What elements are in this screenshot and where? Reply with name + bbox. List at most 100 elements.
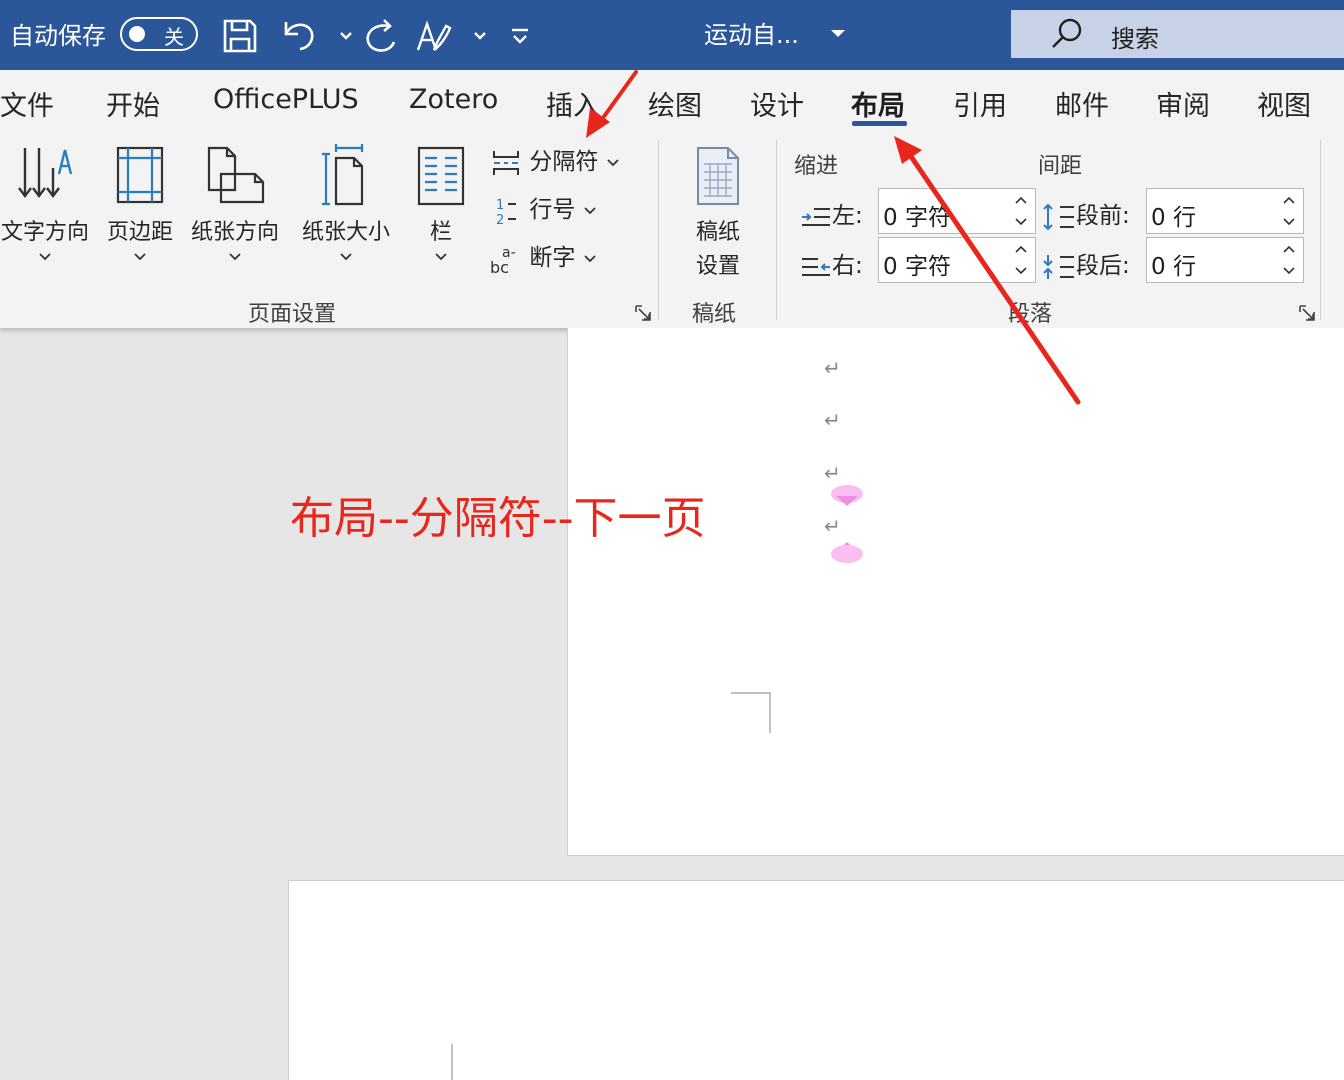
group-separator <box>1320 140 1321 320</box>
dialog-launcher-icon[interactable] <box>634 304 652 322</box>
title-dropdown-icon[interactable] <box>828 24 848 44</box>
chevron-down-icon <box>229 253 241 261</box>
indent-left-spinner[interactable]: 0 字符 <box>878 188 1036 234</box>
ribbon-panel: 文字方向 页边距 纸张方向 纸张大小 栏 分隔符 12 行号 a-bc 断字 页… <box>0 128 1344 328</box>
tab-draw[interactable]: 绘图 <box>648 84 702 123</box>
document-page[interactable]: ↵ ↵ ↵ ↵ <box>567 328 1344 856</box>
spacing-after-value: 0 行 <box>1151 254 1196 280</box>
group-separator <box>776 140 777 320</box>
paragraph-mark: ↵ <box>824 514 841 538</box>
autosave-toggle[interactable]: 关 <box>120 17 198 51</box>
tab-view[interactable]: 视图 <box>1257 84 1311 123</box>
spinner-arrows-icon[interactable] <box>1013 193 1029 229</box>
tab-file[interactable]: 文件 <box>0 84 54 123</box>
group-separator <box>658 140 659 320</box>
spacing-before-label: 段前: <box>1040 196 1130 231</box>
line-numbers-button[interactable]: 12 行号 <box>490 190 597 228</box>
tab-zotero[interactable]: Zotero <box>409 84 498 115</box>
spacing-after-icon <box>1043 254 1074 279</box>
search-icon <box>1049 16 1085 52</box>
chevron-down-icon[interactable] <box>460 16 486 56</box>
margins-icon <box>116 146 164 204</box>
redo-icon[interactable] <box>360 16 400 56</box>
text-direction-button[interactable]: 文字方向 <box>0 144 90 262</box>
tab-review[interactable]: 审阅 <box>1156 84 1210 123</box>
spinner-arrows-icon[interactable] <box>1013 242 1029 278</box>
spacing-label: 间距 <box>1038 154 1083 179</box>
tab-officeplus[interactable]: OfficePLUS <box>213 84 359 115</box>
paragraph-mark: ↵ <box>824 408 841 432</box>
annotation-text: 布局--分隔符--下一页 <box>290 493 706 544</box>
spacing-after-spinner[interactable]: 0 行 <box>1146 237 1304 283</box>
indent-right-spinner[interactable]: 0 字符 <box>878 237 1036 283</box>
ribbon-tabs: 文件 开始 OfficePLUS Zotero 插入 绘图 设计 布局 引用 邮… <box>0 70 1344 128</box>
manuscript-label-2: 设置 <box>695 254 740 279</box>
indent-right-icon <box>802 257 830 276</box>
active-tab-indicator <box>852 121 907 126</box>
format-painter-icon[interactable] <box>414 16 454 56</box>
tab-layout[interactable]: 布局 <box>851 84 905 123</box>
chevron-down-icon <box>583 254 596 262</box>
indent-right-label: 右: <box>800 246 863 281</box>
section-break-marker <box>831 542 863 563</box>
spacing-before-value: 0 行 <box>1151 205 1196 231</box>
title-bar: 自动保存 关 运动自... 搜索 <box>0 0 1344 70</box>
page-setup-group-label: 页面设置 <box>248 302 337 327</box>
manuscript-group-label: 稿纸 <box>692 302 737 327</box>
autosave-state: 关 <box>164 25 184 49</box>
tab-references[interactable]: 引用 <box>953 84 1007 123</box>
hyphenation-icon: a-bc <box>490 245 516 277</box>
spacing-before-spinner[interactable]: 0 行 <box>1146 188 1304 234</box>
hyphenation-button[interactable]: a-bc 断字 <box>490 238 597 277</box>
line-numbers-label: 行号 <box>529 197 576 223</box>
manuscript-icon <box>697 147 739 205</box>
tab-insert[interactable]: 插入 <box>546 84 600 123</box>
customize-toolbar-icon[interactable] <box>500 16 528 56</box>
undo-icon[interactable] <box>280 16 320 56</box>
tab-home[interactable]: 开始 <box>106 84 160 123</box>
indent-left-icon <box>802 207 830 226</box>
line-numbers-icon: 12 <box>496 198 516 228</box>
spinner-arrows-icon[interactable] <box>1281 242 1297 278</box>
save-icon[interactable] <box>220 16 260 56</box>
tab-design[interactable]: 设计 <box>750 84 804 123</box>
paragraph-mark: ↵ <box>824 356 841 380</box>
tab-mailings[interactable]: 邮件 <box>1055 84 1109 123</box>
document-page[interactable] <box>288 880 1344 1080</box>
paper-size-button[interactable]: 纸张大小 <box>294 144 398 262</box>
orientation-label: 纸张方向 <box>190 220 279 245</box>
search-box[interactable]: 搜索 <box>1011 10 1344 58</box>
dialog-launcher-icon[interactable] <box>1298 304 1316 322</box>
columns-button[interactable]: 栏 <box>410 144 472 262</box>
paragraph-mark: ↵ <box>824 461 841 485</box>
orientation-button[interactable]: 纸张方向 <box>185 144 285 262</box>
spacing-before-icon <box>1043 203 1074 230</box>
indent-label: 缩进 <box>794 154 839 179</box>
columns-icon <box>417 146 465 206</box>
manuscript-label-1: 稿纸 <box>695 220 740 245</box>
paragraph-group-label: 段落 <box>1008 302 1053 327</box>
chevron-down-icon <box>39 253 51 261</box>
page-corner-mark <box>451 1044 453 1080</box>
undo-dropdown-icon[interactable] <box>326 16 352 56</box>
indent-left-value: 0 字符 <box>883 205 951 231</box>
margins-label: 页边距 <box>106 220 173 245</box>
svg-text:1: 1 <box>496 198 504 213</box>
chevron-down-icon <box>435 253 447 261</box>
manuscript-settings-button[interactable]: 稿纸 设置 <box>672 144 764 280</box>
margins-button[interactable]: 页边距 <box>100 144 180 262</box>
breaks-button[interactable]: 分隔符 <box>490 142 620 179</box>
svg-text:2: 2 <box>496 213 504 227</box>
indent-left-label: 左: <box>800 196 863 231</box>
paper-size-label: 纸张大小 <box>301 220 390 245</box>
hyphenation-label: 断字 <box>529 245 576 271</box>
chevron-down-icon <box>340 253 352 261</box>
paper-size-icon <box>322 144 364 206</box>
page-corner-mark <box>731 692 771 733</box>
spacing-after-label: 段后: <box>1040 246 1130 281</box>
breaks-label: 分隔符 <box>529 149 599 175</box>
spinner-arrows-icon[interactable] <box>1281 193 1297 229</box>
search-placeholder: 搜索 <box>1111 25 1159 53</box>
text-direction-icon <box>18 148 73 198</box>
document-title[interactable]: 运动自... <box>704 15 799 50</box>
